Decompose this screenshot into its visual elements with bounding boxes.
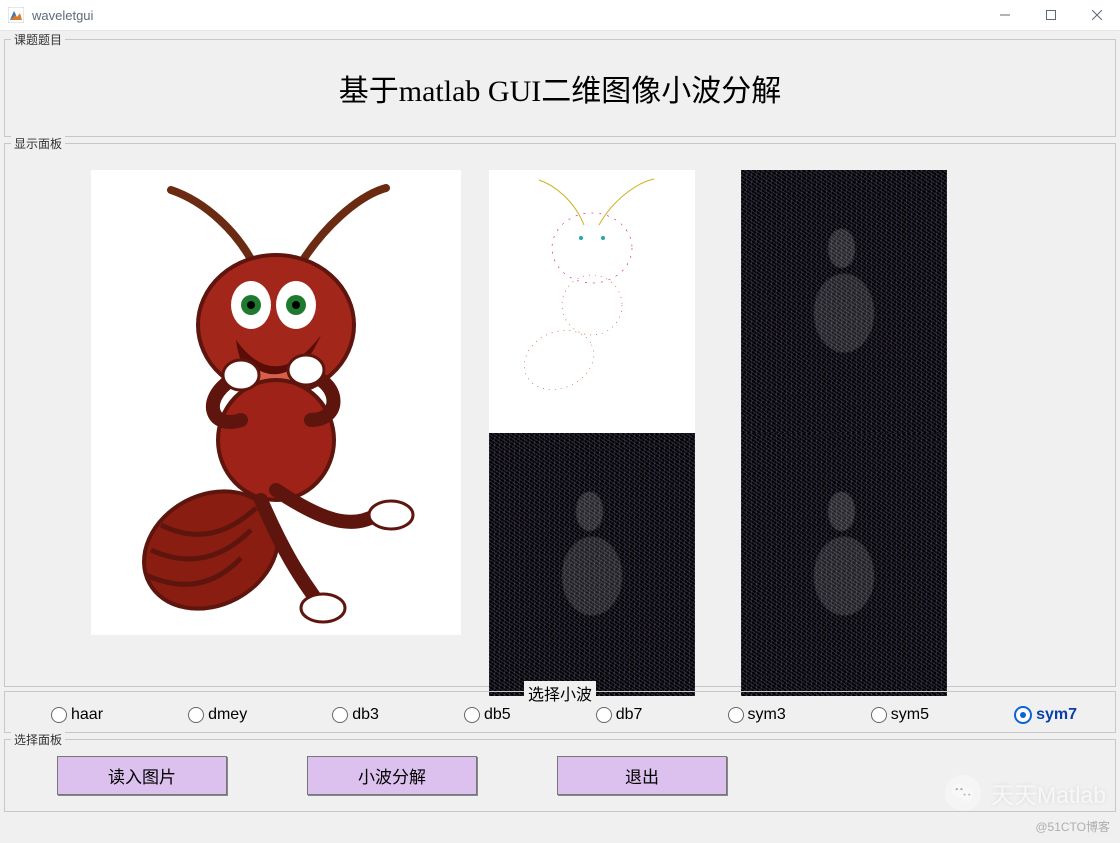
radio-dot-icon [871,707,887,723]
radio-dot-icon [188,707,204,723]
page-title: 基于matlab GUI二维图像小波分解 [13,48,1107,128]
radio-wavelet-haar[interactable]: haar [51,706,103,724]
radio-wavelet-db7[interactable]: db7 [596,706,643,724]
radio-wavelet-dmey[interactable]: dmey [188,706,247,724]
radio-wavelet-sym5[interactable]: sym5 [871,706,929,724]
window-minimize-button[interactable] [982,0,1028,30]
panel-topic: 课题题目 基于matlab GUI二维图像小波分解 [4,39,1116,137]
radio-label: sym5 [891,706,929,724]
panel-wavelet-select: 选择小波 haardmeydb3db5db7sym3sym5sym7 [4,691,1116,733]
radio-label: db7 [616,706,643,724]
radio-label: db5 [484,706,511,724]
axes-coeff-approx [489,170,695,433]
credit-text: @51CTO博客 [1035,818,1110,835]
radio-wavelet-sym3[interactable]: sym3 [728,706,786,724]
watermark: 天天Matlab [945,775,1106,811]
radio-dot-icon [464,707,480,723]
radio-wavelet-sym7[interactable]: sym7 [1014,706,1077,724]
radio-label: sym3 [748,706,786,724]
radio-label: db3 [352,706,379,724]
panel-select-legend: 选择面板 [11,731,65,748]
panel-display: 显示面板 [4,143,1116,687]
panel-wavelet-legend: 选择小波 [524,681,596,705]
axes-coeff-detail-h [489,433,695,696]
axes-coeff-detail-d [741,433,947,696]
wechat-icon [945,775,981,811]
wavelet-decompose-button[interactable]: 小波分解 [307,756,477,795]
axes-coeff-detail-v [741,170,947,433]
window-title: waveletgui [32,8,93,23]
radio-dot-icon [596,707,612,723]
radio-wavelet-db3[interactable]: db3 [332,706,379,724]
radio-label: dmey [208,706,247,724]
radio-wavelet-db5[interactable]: db5 [464,706,511,724]
panel-display-legend: 显示面板 [11,135,65,152]
window-titlebar: waveletgui [0,0,1120,31]
panel-topic-legend: 课题题目 [11,31,65,48]
radio-dot-icon [51,707,67,723]
axes-original-image [91,170,461,635]
watermark-text: 天天Matlab [991,776,1106,810]
exit-button[interactable]: 退出 [557,756,727,795]
radio-dot-icon [1014,706,1032,724]
window-close-button[interactable] [1074,0,1120,30]
window-maximize-button[interactable] [1028,0,1074,30]
load-image-button[interactable]: 读入图片 [57,756,227,795]
radio-dot-icon [728,707,744,723]
app-icon [8,7,24,23]
radio-label: sym7 [1036,706,1077,724]
radio-dot-icon [332,707,348,723]
radio-label: haar [71,706,103,724]
